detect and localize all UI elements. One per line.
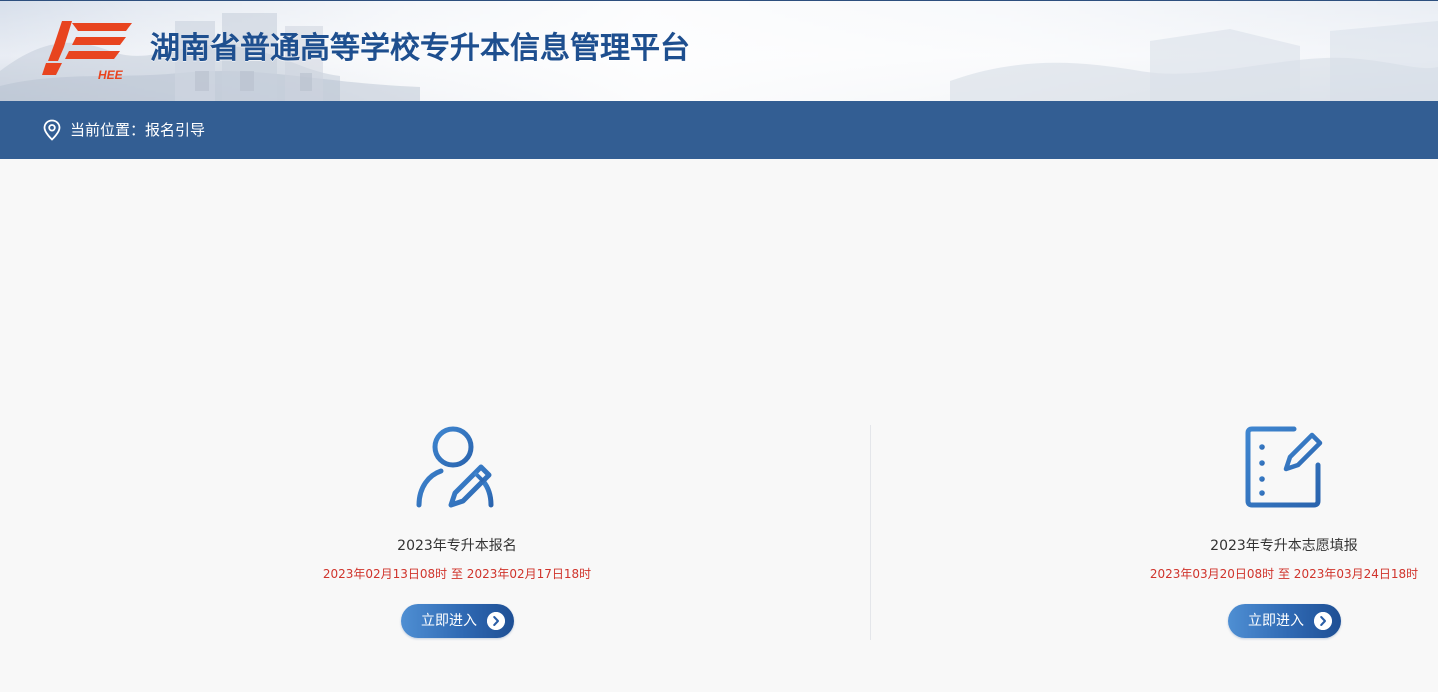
enter-registration-button[interactable]: 立即进入 bbox=[401, 604, 514, 638]
location-bar: 当前位置：报名引导 bbox=[0, 101, 1438, 159]
user-edit-icon bbox=[416, 426, 494, 508]
chevron-right-icon bbox=[487, 612, 505, 630]
card-time-range: 2023年03月20日08时 至 2023年03月24日18时 bbox=[1149, 567, 1419, 581]
document-edit-icon bbox=[1245, 426, 1323, 508]
site-header: HEE 湖南省普通高等学校专升本信息管理平台 bbox=[0, 0, 1438, 101]
enter-button-label: 立即进入 bbox=[1248, 613, 1304, 629]
breadcrumb-label: 当前位置： bbox=[70, 121, 146, 139]
map-pin-icon bbox=[43, 119, 61, 141]
card-divider bbox=[870, 425, 871, 640]
hnee-logo-icon[interactable]: HEE bbox=[42, 17, 136, 81]
card-time-range: 2023年02月13日08时 至 2023年02月17日18时 bbox=[322, 567, 592, 581]
card-title: 2023年专升本志愿填报 bbox=[1210, 538, 1358, 554]
page: HEE 湖南省普通高等学校专升本信息管理平台 当前位置：报名引导 2023年专升… bbox=[0, 0, 1438, 692]
card-registration: 2023年专升本报名 2023年02月13日08时 至 2023年02月17日1… bbox=[307, 425, 607, 645]
site-title: 湖南省普通高等学校专升本信息管理平台 bbox=[150, 31, 690, 66]
breadcrumb: 当前位置：报名引导 bbox=[70, 119, 205, 141]
card-title: 2023年专升本报名 bbox=[397, 538, 517, 554]
card-preference-filling: 2023年专升本志愿填报 2023年03月20日08时 至 2023年03月24… bbox=[1134, 425, 1434, 645]
enter-preference-button[interactable]: 立即进入 bbox=[1228, 604, 1341, 638]
chevron-right-icon bbox=[1314, 612, 1332, 630]
logo-text: HEE bbox=[98, 68, 124, 81]
enter-button-label: 立即进入 bbox=[421, 613, 477, 629]
breadcrumb-current: 报名引导 bbox=[145, 121, 206, 139]
